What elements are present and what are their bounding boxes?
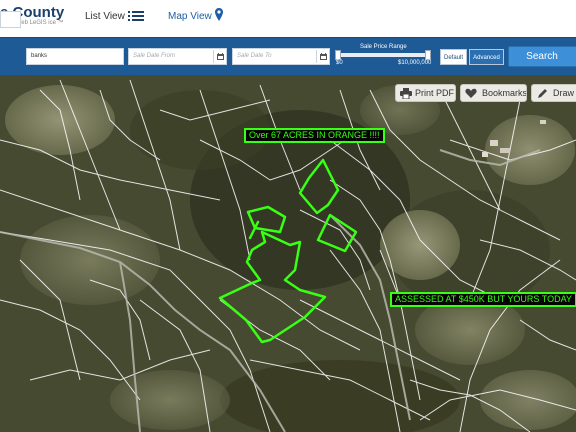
- list-icon[interactable]: [128, 10, 144, 22]
- calendar-icon[interactable]: [316, 50, 329, 63]
- bookmarks-label: Bookmarks: [482, 88, 527, 98]
- bookmarks-button[interactable]: Bookmarks: [460, 84, 527, 102]
- search-button[interactable]: Search: [508, 46, 576, 67]
- print-pdf-button[interactable]: Print PDF: [395, 84, 456, 102]
- sale-date-to-placeholder: Sale Date To: [237, 53, 272, 59]
- draw-tools-label: Draw T: [553, 88, 576, 98]
- price-max-label: $10,000,000: [398, 60, 432, 66]
- print-pdf-label: Print PDF: [415, 88, 455, 98]
- printer-icon: [400, 88, 412, 99]
- heart-icon: [465, 88, 477, 98]
- annotation-acres: Over 67 ACRES IN ORANGE !!!!: [244, 128, 385, 143]
- list-view-link[interactable]: List View: [85, 11, 125, 22]
- draw-tools-button[interactable]: Draw T: [531, 84, 576, 102]
- price-max-handle[interactable]: [425, 50, 431, 60]
- sale-date-to-field[interactable]: Sale Date To: [232, 48, 330, 65]
- price-min-label: $0: [336, 60, 343, 66]
- pencil-icon: [538, 89, 547, 98]
- map-pin-icon[interactable]: [214, 7, 224, 22]
- advanced-toggle[interactable]: Advanced: [469, 49, 504, 65]
- sale-date-from-field[interactable]: Sale Date From: [128, 48, 227, 65]
- calendar-icon[interactable]: [213, 50, 226, 63]
- price-range-title: Sale Price Range: [360, 44, 407, 50]
- map-canvas[interactable]: Over 67 ACRES IN ORANGE !!!! ASSESSED AT…: [0, 75, 576, 432]
- map-view-link[interactable]: Map View: [168, 11, 212, 22]
- price-min-handle[interactable]: [335, 50, 341, 60]
- default-toggle[interactable]: Default: [440, 49, 467, 65]
- sale-date-from-placeholder: Sale Date From: [133, 53, 176, 59]
- street-name-field[interactable]: banks: [26, 48, 124, 65]
- annotation-assessed: ASSESSED AT $450K BUT YOURS TODAY: [390, 292, 576, 307]
- owner-name-field[interactable]: [0, 11, 21, 28]
- app-header: e County ioo Web LeGIS ice ™ List View M…: [0, 0, 576, 37]
- price-range-slider[interactable]: [335, 50, 431, 60]
